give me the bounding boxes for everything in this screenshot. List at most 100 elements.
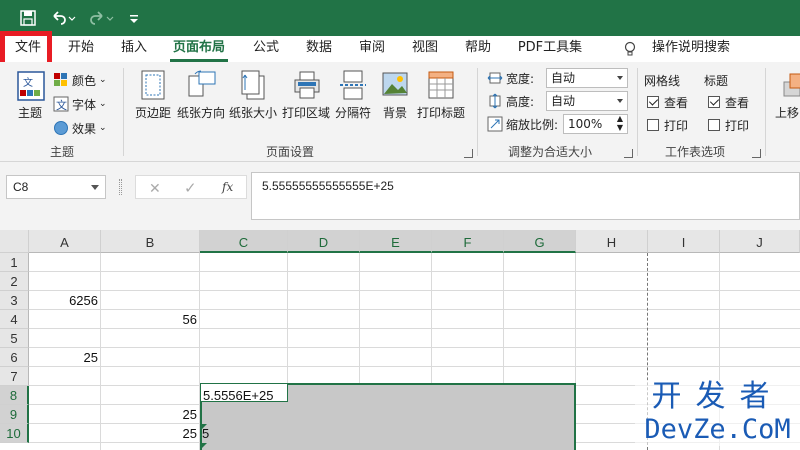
fonts-button[interactable]: 文 字体 ⌄	[53, 94, 107, 114]
select-all-corner[interactable]	[0, 230, 29, 253]
gridlines-view-checkbox[interactable]	[647, 96, 659, 108]
formula-input[interactable]: 5.55555555555555E+25	[251, 172, 800, 220]
column-header[interactable]: E	[360, 230, 432, 253]
column-header[interactable]: G	[504, 230, 576, 253]
group-separator	[477, 68, 478, 156]
row-header[interactable]: 8	[0, 386, 29, 405]
row-header[interactable]: 5	[0, 329, 29, 348]
tab-review[interactable]: 审阅	[351, 36, 393, 62]
orientation-label: 纸张方向	[176, 106, 225, 120]
height-icon	[487, 93, 503, 109]
tell-me-search[interactable]: 操作说明搜索	[646, 36, 736, 62]
headings-view-checkbox[interactable]	[708, 96, 720, 108]
tab-formulas[interactable]: 公式	[245, 36, 287, 62]
column-header[interactable]: H	[576, 230, 648, 253]
drag-handle-icon[interactable]	[119, 179, 122, 195]
breaks-label: 分隔符	[334, 106, 371, 120]
gridlines-print-label: 打印	[664, 119, 689, 133]
insert-function-icon[interactable]: fx	[222, 180, 233, 194]
row-header[interactable]: 1	[0, 253, 29, 272]
margins-icon	[139, 70, 167, 100]
fonts-label: 字体	[72, 97, 97, 112]
palette-icon	[53, 72, 69, 88]
background-label: 背景	[382, 106, 407, 120]
sheet-options-launcher-icon[interactable]	[752, 149, 761, 158]
tab-pdf-tools[interactable]: PDF工具集	[512, 36, 588, 62]
redo-icon[interactable]	[88, 7, 114, 29]
orientation-button[interactable]: 纸张方向	[176, 68, 226, 138]
row-header[interactable]: 6	[0, 348, 29, 367]
cell-a6[interactable]: 25	[29, 348, 101, 367]
scale-icon	[487, 116, 503, 132]
width-label: 宽度:	[487, 68, 534, 88]
gridlines-title: 网格线	[644, 74, 681, 88]
row-header[interactable]: 4	[0, 310, 29, 329]
row-header[interactable]: 3	[0, 291, 29, 310]
height-dropdown[interactable]: 自动	[546, 91, 628, 111]
column-header[interactable]: I	[648, 230, 720, 253]
page-setup-group-label: 页面设置	[265, 145, 314, 159]
height-label: 高度:	[487, 91, 534, 111]
scale-label: 缩放比例:	[487, 114, 558, 134]
print-area-button[interactable]: 打印区域	[281, 68, 331, 138]
gridlines-print-checkbox[interactable]	[647, 119, 659, 131]
printer-icon	[292, 70, 320, 100]
themes-group-label: 主题	[49, 145, 74, 159]
print-titles-button[interactable]: 打印标题	[415, 68, 467, 138]
width-icon	[487, 70, 503, 86]
themes-button[interactable]: 文 主题	[8, 68, 52, 138]
column-header[interactable]: J	[720, 230, 800, 253]
column-header[interactable]: D	[288, 230, 360, 253]
scale-spinner[interactable]: 100% ▲ ▼	[563, 114, 628, 134]
tab-view[interactable]: 视图	[404, 36, 446, 62]
effects-button[interactable]: 效果 ⌄	[53, 118, 107, 138]
column-header[interactable]: F	[432, 230, 504, 253]
cell-c8[interactable]: 5.5556E+25	[203, 386, 288, 405]
bring-forward-icon	[780, 70, 800, 100]
width-dropdown[interactable]: 自动	[546, 68, 628, 88]
page-setup-launcher-icon[interactable]	[464, 149, 473, 158]
lightbulb-icon[interactable]	[618, 36, 642, 62]
customize-qat-icon[interactable]	[129, 7, 139, 29]
tab-data[interactable]: 数据	[298, 36, 340, 62]
themes-icon: 文	[16, 70, 45, 101]
headings-print-label: 打印	[725, 119, 750, 133]
tab-page-layout[interactable]: 页面布局	[170, 36, 228, 62]
tab-home[interactable]: 开始	[60, 36, 102, 62]
row-header[interactable]: 10	[0, 424, 29, 443]
cancel-icon[interactable]: ✕	[149, 180, 161, 197]
enter-icon[interactable]: ✓	[184, 179, 197, 197]
cell-b4[interactable]: 56	[101, 310, 200, 329]
cell-c10[interactable]: 5	[202, 424, 242, 443]
undo-icon[interactable]	[50, 7, 76, 29]
scale-to-fit-launcher-icon[interactable]	[624, 149, 633, 158]
name-box[interactable]: C8	[6, 175, 106, 199]
margins-button[interactable]: 页边距	[130, 68, 176, 138]
title-bar	[0, 0, 800, 36]
column-header[interactable]: C	[200, 230, 288, 253]
tab-help[interactable]: 帮助	[457, 36, 499, 62]
headings-print-checkbox[interactable]	[708, 119, 720, 131]
save-icon[interactable]	[20, 7, 36, 29]
cell-b9[interactable]: 25	[101, 405, 200, 424]
paper-size-button[interactable]: 纸张大小	[228, 68, 278, 138]
column-header[interactable]: A	[29, 230, 101, 253]
cell-b10[interactable]: 25	[101, 424, 200, 443]
row-header[interactable]: 2	[0, 272, 29, 291]
background-button[interactable]: 背景	[377, 68, 413, 138]
cell-a3[interactable]: 6256	[29, 291, 101, 310]
tab-insert[interactable]: 插入	[113, 36, 155, 62]
bring-forward-button[interactable]: 上移	[772, 68, 800, 138]
row-header[interactable]: 9	[0, 405, 29, 424]
colors-label: 颜色	[72, 73, 97, 88]
gridline	[29, 366, 800, 367]
column-header[interactable]: B	[101, 230, 200, 253]
colors-button[interactable]: 颜色 ⌄	[53, 70, 107, 90]
row-header[interactable]: 7	[0, 367, 29, 386]
breaks-button[interactable]: 分隔符	[333, 68, 373, 138]
group-separator	[765, 68, 766, 156]
watermark: 开发者 DevZe.CoM	[635, 380, 800, 450]
error-indicator-icon	[201, 424, 207, 430]
ribbon-tabs: 文件 开始 插入 页面布局 公式 数据 审阅 视图 帮助 PDF工具集 操作说明…	[0, 36, 800, 62]
worksheet-grid[interactable]: A B C D E F G H I J 1 2 3 4 5 6 7 8 9 10…	[0, 230, 800, 450]
